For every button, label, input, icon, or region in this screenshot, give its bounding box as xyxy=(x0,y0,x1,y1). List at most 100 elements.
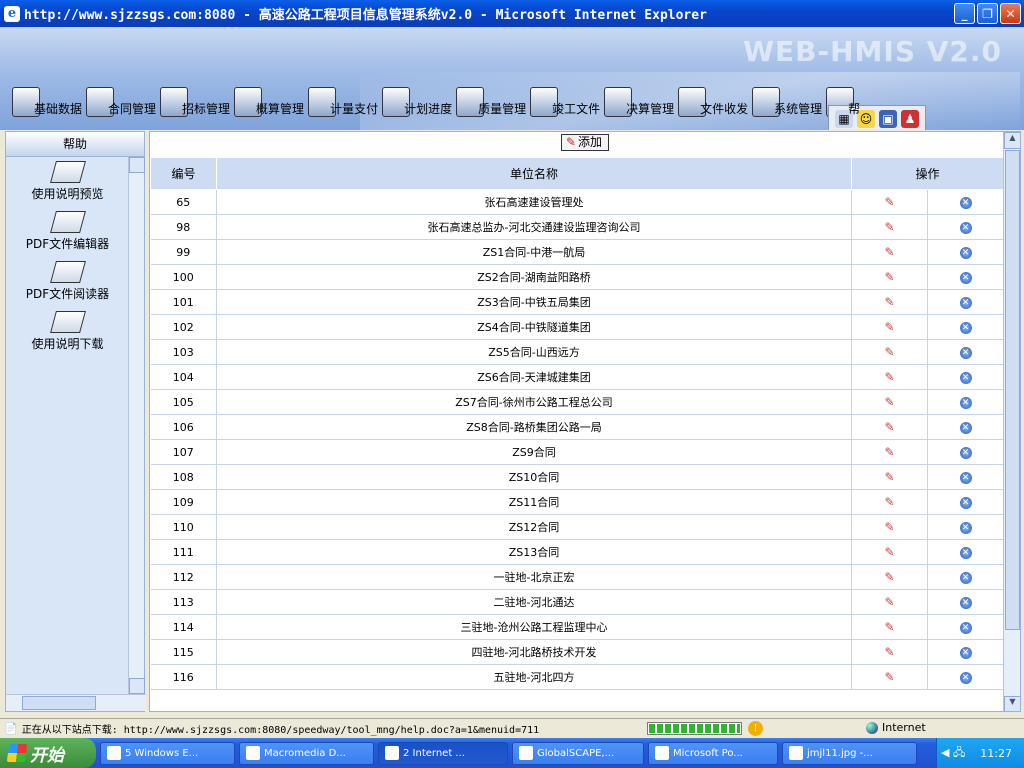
delete-cell: ✕ xyxy=(927,514,1004,540)
delete-icon[interactable]: ✕ xyxy=(959,447,972,459)
edit-icon[interactable]: ✎ xyxy=(884,370,894,384)
menu-item-label: 决算管理 xyxy=(626,102,675,116)
menu-item-6[interactable]: 质量管理 xyxy=(456,83,526,117)
edit-cell: ✎ xyxy=(851,389,928,415)
menu-item-10[interactable]: 系统管理 xyxy=(752,83,822,117)
status-bar: 📄 正在从以下站点下载: http://www.sjzzsgs.com:8080… xyxy=(0,718,1024,738)
main-scroll-down[interactable]: ▼ xyxy=(1004,696,1020,711)
main-scroll-thumb[interactable] xyxy=(1005,150,1020,630)
tray-icons[interactable]: ◀ 🖧 xyxy=(941,744,965,763)
menu-item-2[interactable]: 招标管理 xyxy=(160,83,230,117)
sidebar-item-0[interactable]: 使用说明预览 xyxy=(6,157,129,207)
delete-cell: ✕ xyxy=(927,464,1004,490)
banner-watermark: WEB-HMIS V2.0 xyxy=(743,35,1002,68)
taskbar-button-1[interactable]: Macromedia D... xyxy=(239,741,374,765)
sidebar-item-2[interactable]: PDF文件阅读器 xyxy=(6,257,129,307)
edit-cell: ✎ xyxy=(851,639,928,665)
delete-icon[interactable]: ✕ xyxy=(959,572,972,584)
edit-icon[interactable]: ✎ xyxy=(884,470,894,484)
menu-item-9[interactable]: 文件收发 xyxy=(678,83,748,117)
taskbar-button-2[interactable]: 2 Internet ... xyxy=(378,741,508,765)
edit-icon[interactable]: ✎ xyxy=(884,670,894,684)
edit-cell: ✎ xyxy=(851,464,928,490)
edit-icon[interactable]: ✎ xyxy=(884,570,894,584)
sidebar-vscrollbar[interactable] xyxy=(128,157,145,694)
system-tray: ◀ 🖧 11:27 xyxy=(936,738,1024,768)
delete-icon[interactable]: ✕ xyxy=(959,672,972,684)
edit-cell: ✎ xyxy=(851,364,928,390)
edit-icon[interactable]: ✎ xyxy=(884,445,894,459)
delete-icon[interactable]: ✕ xyxy=(959,322,972,334)
edit-icon[interactable]: ✎ xyxy=(884,295,894,309)
delete-icon[interactable]: ✕ xyxy=(959,247,972,259)
edit-cell: ✎ xyxy=(851,214,928,240)
delete-icon[interactable]: ✕ xyxy=(959,522,972,534)
delete-icon[interactable]: ✕ xyxy=(959,297,972,309)
taskbar-button-5[interactable]: jmjl11.jpg -... xyxy=(782,741,917,765)
save-icon[interactable]: ▣ xyxy=(879,110,897,128)
delete-icon[interactable]: ✕ xyxy=(959,272,972,284)
edit-icon[interactable]: ✎ xyxy=(884,645,894,659)
edit-icon[interactable]: ✎ xyxy=(884,395,894,409)
app-icon xyxy=(789,746,803,760)
main-scroll-up[interactable]: ▲ xyxy=(1004,132,1020,149)
delete-icon[interactable]: ✕ xyxy=(959,397,972,409)
add-button[interactable]: ✎ 添加 xyxy=(560,134,610,151)
edit-icon[interactable]: ✎ xyxy=(884,195,894,209)
edit-icon[interactable]: ✎ xyxy=(884,345,894,359)
menu-item-4[interactable]: 计量支付 xyxy=(308,83,378,117)
start-button[interactable]: 开始 xyxy=(0,738,96,768)
table-row: 104 ZS6合同-天津城建集团 ✎ ✕ xyxy=(150,364,1004,390)
table-row: 106 ZS8合同-路桥集团公路一局 ✎ ✕ xyxy=(150,414,1004,440)
main-vscrollbar[interactable]: ▲ ▼ xyxy=(1003,132,1020,711)
table-row: 111 ZS13合同 ✎ ✕ xyxy=(150,539,1004,565)
sidebar-scroll-up[interactable] xyxy=(129,157,145,173)
edit-icon[interactable]: ✎ xyxy=(884,220,894,234)
delete-icon[interactable]: ✕ xyxy=(959,197,972,209)
edit-icon[interactable]: ✎ xyxy=(884,545,894,559)
menu-item-0[interactable]: 基础数据 xyxy=(12,83,82,117)
edit-icon[interactable]: ✎ xyxy=(884,620,894,634)
taskbar-button-0[interactable]: 5 Windows E... xyxy=(100,741,235,765)
close-button[interactable]: ✕ xyxy=(1000,3,1021,24)
delete-icon[interactable]: ✕ xyxy=(959,647,972,659)
edit-icon[interactable]: ✎ xyxy=(884,270,894,284)
delete-cell: ✕ xyxy=(927,639,1004,665)
cell-name: ZS11合同 xyxy=(216,489,852,515)
sidebar-hscroll-thumb[interactable] xyxy=(22,696,96,710)
delete-icon[interactable]: ✕ xyxy=(959,497,972,509)
cell-name: ZS7合同-徐州市公路工程总公司 xyxy=(216,389,852,415)
taskbar-button-4[interactable]: Microsoft Po... xyxy=(648,741,778,765)
delete-icon[interactable]: ✕ xyxy=(959,547,972,559)
delete-icon[interactable]: ✕ xyxy=(959,622,972,634)
edit-icon[interactable]: ✎ xyxy=(884,595,894,609)
delete-icon[interactable]: ✕ xyxy=(959,472,972,484)
edit-icon[interactable]: ✎ xyxy=(884,495,894,509)
edit-cell: ✎ xyxy=(851,339,928,365)
menu-item-7[interactable]: 竣工文件 xyxy=(530,83,600,117)
menu-item-1[interactable]: 合同管理 xyxy=(86,83,156,117)
delete-cell: ✕ xyxy=(927,439,1004,465)
user-icon[interactable]: ♟ xyxy=(901,110,919,128)
sidebar-hscrollbar[interactable] xyxy=(6,694,146,711)
edit-icon[interactable]: ✎ xyxy=(884,245,894,259)
delete-icon[interactable]: ✕ xyxy=(959,347,972,359)
minimize-button[interactable]: _ xyxy=(954,3,975,24)
menu-item-label: 基础数据 xyxy=(34,102,83,116)
restore-button[interactable]: ❐ xyxy=(977,3,998,24)
delete-icon[interactable]: ✕ xyxy=(959,372,972,384)
menu-item-5[interactable]: 计划进度 xyxy=(382,83,452,117)
cell-name: ZS12合同 xyxy=(216,514,852,540)
edit-icon[interactable]: ✎ xyxy=(884,520,894,534)
edit-icon[interactable]: ✎ xyxy=(884,420,894,434)
delete-icon[interactable]: ✕ xyxy=(959,597,972,609)
menu-item-8[interactable]: 决算管理 xyxy=(604,83,674,117)
delete-icon[interactable]: ✕ xyxy=(959,422,972,434)
sidebar-item-1[interactable]: PDF文件编辑器 xyxy=(6,207,129,257)
sidebar-item-3[interactable]: 使用说明下载 xyxy=(6,307,129,357)
edit-icon[interactable]: ✎ xyxy=(884,320,894,334)
sidebar-scroll-down[interactable] xyxy=(129,678,145,694)
delete-icon[interactable]: ✕ xyxy=(959,222,972,234)
menu-item-3[interactable]: 概算管理 xyxy=(234,83,304,117)
taskbar-button-3[interactable]: GlobalSCAPE,... xyxy=(512,741,644,765)
